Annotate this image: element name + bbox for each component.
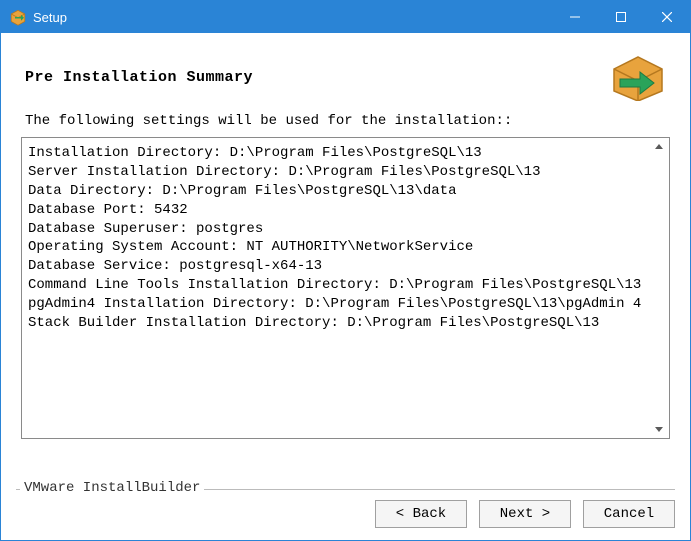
- summary-textarea[interactable]: Installation Directory: D:\Program Files…: [21, 137, 670, 439]
- window-title: Setup: [33, 10, 67, 25]
- close-button[interactable]: [644, 1, 690, 33]
- button-row: < Back Next > Cancel: [375, 500, 675, 528]
- summary-content: Installation Directory: D:\Program Files…: [22, 138, 669, 339]
- scroll-up-icon[interactable]: [655, 144, 663, 149]
- cancel-button[interactable]: Cancel: [583, 500, 675, 528]
- box-arrow-icon: [9, 8, 27, 26]
- maximize-button[interactable]: [598, 1, 644, 33]
- window-controls: [552, 1, 690, 33]
- scroll-down-icon[interactable]: [655, 427, 663, 432]
- back-button[interactable]: < Back: [375, 500, 467, 528]
- brand-label: VMware InstallBuilder: [20, 480, 204, 496]
- scrollbar[interactable]: [651, 140, 667, 436]
- next-button[interactable]: Next >: [479, 500, 571, 528]
- intro-text: The following settings will be used for …: [1, 113, 690, 137]
- page-title: Pre Installation Summary: [25, 69, 253, 86]
- titlebar: Setup: [1, 1, 690, 33]
- box-arrow-icon: [610, 53, 666, 101]
- header: Pre Installation Summary: [1, 33, 690, 113]
- minimize-button[interactable]: [552, 1, 598, 33]
